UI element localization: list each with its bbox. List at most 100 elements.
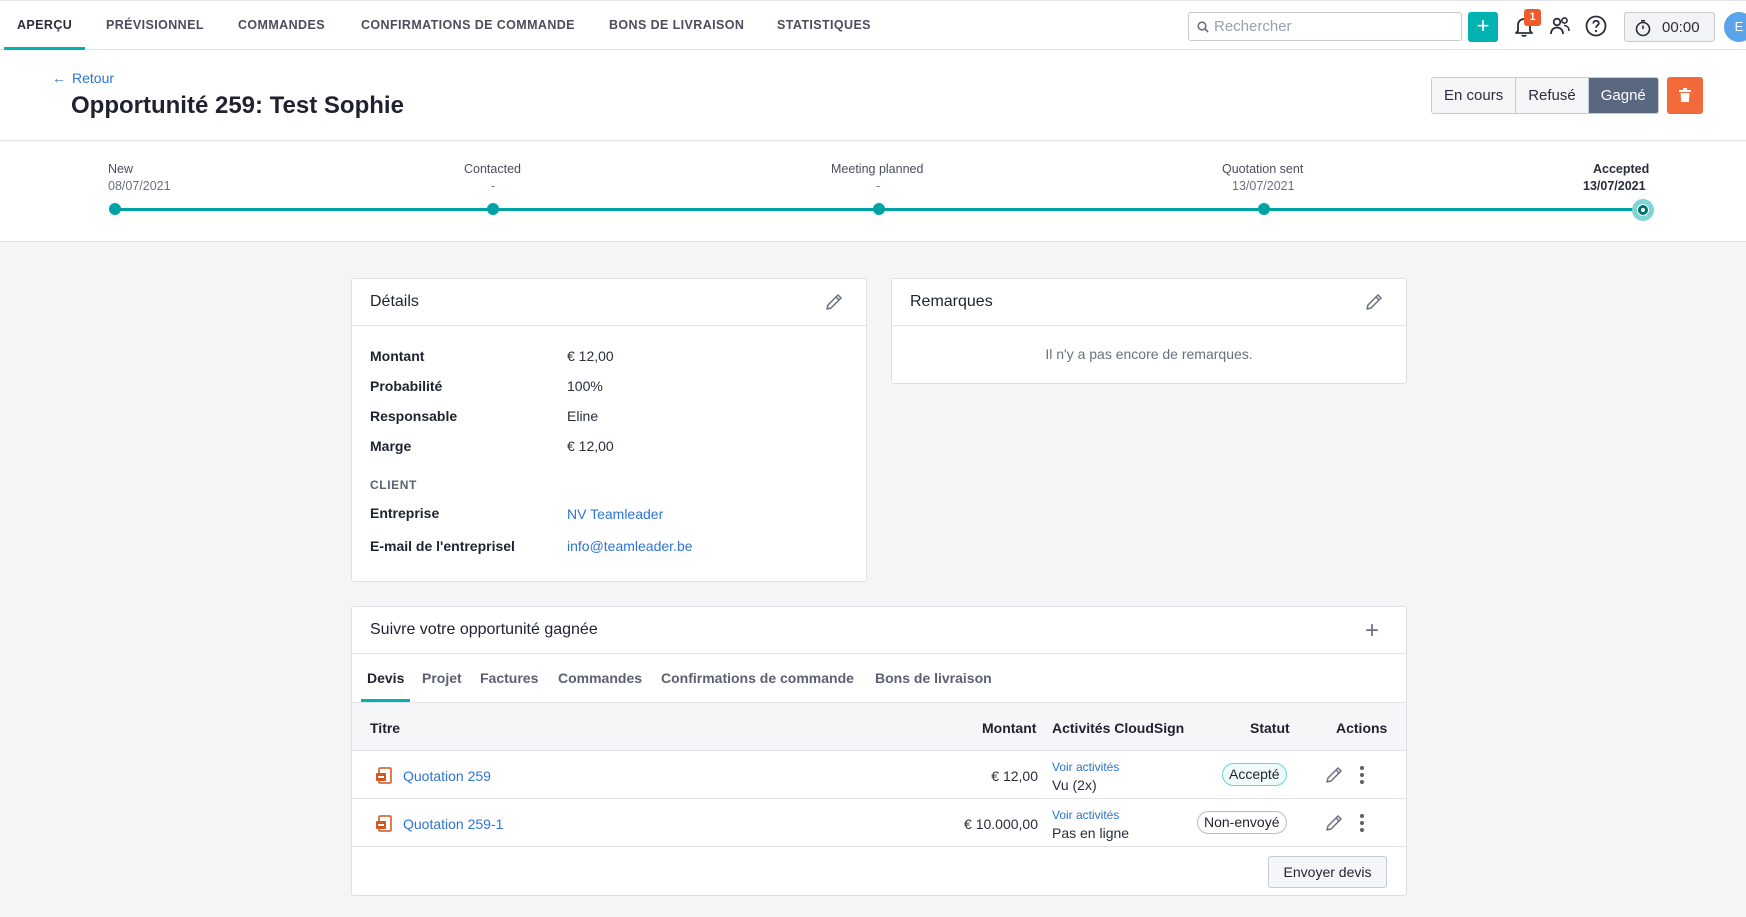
document-icon — [376, 815, 392, 832]
probability-label: Probabilité — [370, 378, 443, 394]
step-date: - — [876, 179, 881, 193]
status-in-progress-button[interactable]: En cours — [1432, 78, 1517, 113]
details-card-header: Détails — [352, 279, 866, 326]
search-input[interactable] — [1214, 16, 1454, 37]
company-link[interactable]: NV Teamleader — [567, 506, 663, 522]
tab-confirmations[interactable]: Confirmations de commande — [661, 670, 854, 686]
table-row: Quotation 259-1 € 10.000,00 Voir activit… — [352, 799, 1406, 847]
progress-stepper: New 08/07/2021 Contacted - Meeting plann… — [0, 142, 1746, 242]
amount-value: € 12,00 — [567, 348, 614, 364]
table-row: Quotation 259 € 12,00 Voir activités Vu … — [352, 751, 1406, 799]
quotation-link[interactable]: Quotation 259-1 — [403, 816, 503, 832]
company-email-label: E-mail de l'entreprisel — [370, 538, 515, 554]
margin-value: € 12,00 — [567, 438, 614, 454]
top-navigation: APERÇU PRÉVISIONNEL COMMANDES CONFIRMATI… — [0, 0, 1746, 50]
column-activities: Activités CloudSign — [1052, 720, 1185, 736]
remarks-title: Remarques — [910, 293, 993, 310]
stopwatch-icon — [1635, 19, 1651, 37]
step-label: Meeting planned — [831, 162, 924, 176]
search-box — [1188, 12, 1462, 41]
column-status: Statut — [1250, 720, 1290, 736]
view-activities-link[interactable]: Voir activités — [1052, 760, 1119, 774]
details-card: Détails Montant € 12,00 Probabilité 100%… — [351, 278, 867, 582]
column-amount: Montant — [982, 720, 1037, 736]
step-dot — [109, 203, 121, 215]
delete-button[interactable] — [1667, 77, 1703, 114]
activity-status: Vu (2x) — [1052, 777, 1097, 793]
step-dot — [487, 203, 499, 215]
company-label: Entreprise — [370, 505, 440, 521]
more-vertical-icon[interactable] — [1358, 813, 1366, 833]
step-dot — [873, 203, 885, 215]
details-title: Détails — [370, 293, 419, 310]
plus-icon: + — [1476, 13, 1490, 38]
tab-confirmations[interactable]: CONFIRMATIONS DE COMMANDE — [361, 1, 575, 50]
tab-bons-de-livraison[interactable]: Bons de livraison — [875, 670, 992, 686]
step-dot — [1632, 199, 1654, 221]
step-date: 08/07/2021 — [108, 179, 171, 193]
company-email-link[interactable]: info@teamleader.be — [567, 538, 693, 554]
follow-title: Suivre votre opportunité gagnée — [370, 621, 598, 638]
tab-devis[interactable]: Devis — [360, 670, 411, 702]
tab-projet[interactable]: Projet — [422, 670, 462, 686]
status-refused-button[interactable]: Refusé — [1516, 78, 1589, 113]
quotation-amount: € 12,00 — [991, 768, 1038, 784]
pencil-icon[interactable] — [1324, 813, 1344, 833]
probability-value: 100% — [567, 378, 603, 394]
pencil-icon[interactable] — [824, 292, 844, 312]
search-icon — [1197, 21, 1209, 33]
column-actions: Actions — [1336, 720, 1388, 736]
back-link[interactable]: ← Retour — [52, 70, 114, 86]
step-label: Contacted — [464, 162, 521, 176]
margin-label: Marge — [370, 438, 412, 454]
tab-apercu[interactable]: APERÇU — [3, 1, 86, 50]
step-label: Accepted — [1593, 162, 1650, 176]
plus-icon[interactable]: + — [1365, 617, 1379, 645]
status-badge: Non-envoyé — [1197, 811, 1287, 834]
view-activities-link[interactable]: Voir activités — [1052, 808, 1119, 822]
follow-card-header: Suivre votre opportunité gagnée + — [352, 607, 1406, 654]
amount-label: Montant — [370, 348, 425, 364]
quotation-amount: € 10.000,00 — [964, 816, 1038, 832]
follow-opportunity-card: Suivre votre opportunité gagnée + Devis … — [351, 606, 1407, 896]
tab-previsionnel[interactable]: PRÉVISIONNEL — [106, 1, 204, 50]
tab-commandes[interactable]: COMMANDES — [238, 1, 325, 50]
timer-button[interactable]: 00:00 — [1624, 12, 1715, 42]
activity-status: Pas en ligne — [1052, 825, 1130, 841]
owner-label: Responsable — [370, 408, 458, 424]
timer-value: 00:00 — [1662, 19, 1700, 36]
quotation-link[interactable]: Quotation 259 — [403, 768, 491, 784]
remarks-card-header: Remarques — [892, 279, 1406, 326]
step-dot — [1258, 203, 1270, 215]
status-toggle: En cours Refusé Gagné — [1431, 77, 1659, 114]
pencil-icon[interactable] — [1324, 765, 1344, 785]
notification-badge: 1 — [1524, 9, 1541, 26]
step-date: - — [491, 179, 496, 193]
trash-icon — [1679, 88, 1691, 102]
add-button[interactable]: + — [1468, 12, 1498, 42]
tab-commandes[interactable]: Commandes — [558, 670, 642, 686]
page-header: ← Retour Opportunité 259: Test Sophie En … — [0, 50, 1746, 141]
back-label: Retour — [72, 70, 115, 86]
remarks-empty-text: Il n'y a pas encore de remarques. — [1045, 346, 1253, 362]
follow-tabs: Devis Projet Factures Commandes Confirma… — [352, 654, 1406, 703]
tab-statistiques[interactable]: STATISTIQUES — [777, 1, 871, 50]
table-header: Titre Montant Activités CloudSign Statut… — [352, 703, 1406, 751]
send-quotation-button[interactable]: Envoyer devis — [1268, 856, 1387, 888]
client-section-label: CLIENT — [370, 478, 417, 492]
owner-value: Eline — [567, 408, 599, 424]
more-vertical-icon[interactable] — [1358, 765, 1366, 785]
step-label: New — [108, 162, 134, 176]
column-title: Titre — [370, 720, 401, 736]
tab-bons-de-livraison[interactable]: BONS DE LIVRAISON — [609, 1, 744, 50]
contacts-icon[interactable] — [1548, 14, 1572, 38]
page-title: Opportunité 259: Test Sophie — [71, 92, 404, 119]
step-date: 13/07/2021 — [1583, 179, 1646, 193]
status-won-button[interactable]: Gagné — [1588, 78, 1658, 113]
tab-factures[interactable]: Factures — [480, 670, 538, 686]
avatar[interactable]: E — [1724, 12, 1746, 42]
pencil-icon[interactable] — [1364, 292, 1384, 312]
help-icon[interactable] — [1584, 14, 1608, 38]
document-icon — [376, 767, 392, 784]
step-date: 13/07/2021 — [1232, 179, 1295, 193]
